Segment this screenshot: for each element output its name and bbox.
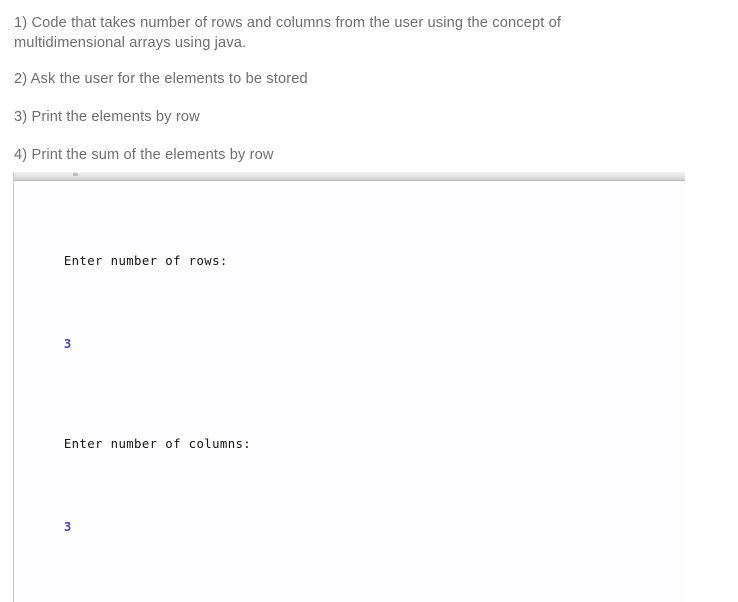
chrome-tick-mark [73,173,78,176]
instruction-item-2: 2) Ask the user for the elements to be s… [14,71,308,87]
prompt-columns-label: Enter number of columns: [63,436,252,451]
console-line-rows-value: 3 [17,320,685,370]
console-line-prompt-columns: Enter number of columns: [17,419,685,469]
columns-input-value: 3 [63,519,72,534]
instruction-item-1: 1) Code that takes number of rows and co… [14,15,562,51]
console-line-prompt-rows: Enter number of rows: [17,237,685,287]
instruction-item-4: 4) Print the sum of the elements by row [14,147,274,163]
instructions-block: 1) Code that takes number of rows and co… [0,0,738,183]
prompt-rows-label: Enter number of rows: [63,254,228,269]
console-window-chrome-bar [14,172,685,181]
console-output-panel: Enter number of rows: 3 Enter number of … [13,172,685,602]
instruction-item-3: 3) Print the elements by row [14,109,200,125]
rows-input-value: 3 [63,337,72,352]
console-output-text: Enter number of rows: 3 Enter number of … [14,181,685,602]
console-line-columns-value: 3 [17,502,685,552]
